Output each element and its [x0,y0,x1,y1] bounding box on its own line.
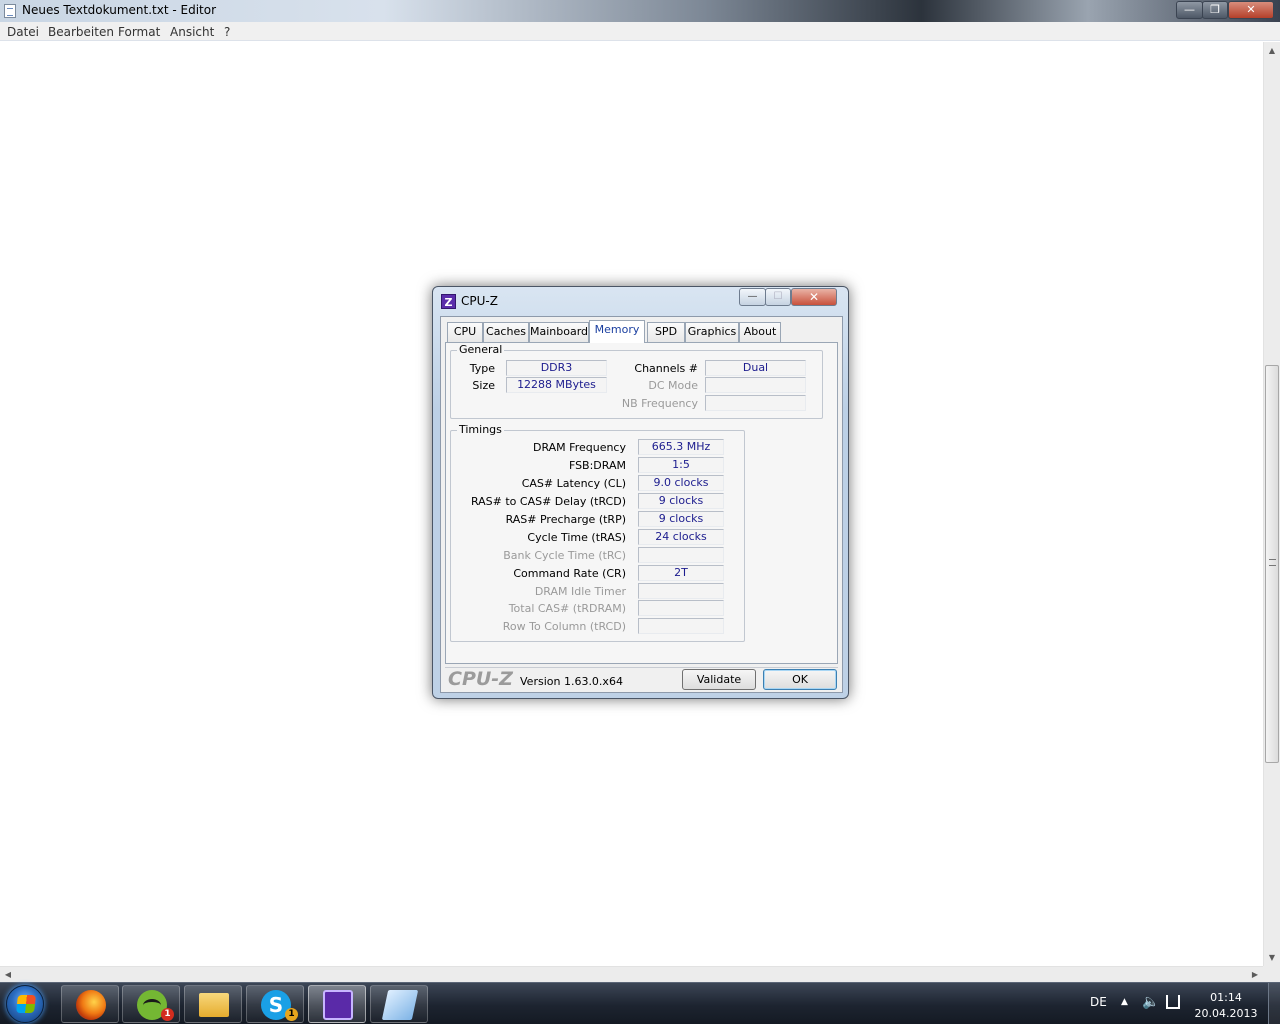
menu-datei[interactable]: Datei [7,25,39,39]
cpuz-icon [323,990,353,1020]
scroll-left-icon[interactable]: ◀ [0,967,16,983]
dc-mode-value [705,377,806,393]
taskbar: 1 S 1 DE ▲ 🔈 01:14 20.04.2013 [0,982,1280,1024]
cpuz-maximize-button[interactable]: ☐ [765,288,791,306]
tab-mainboard[interactable]: Mainboard [529,322,589,342]
dc-mode-label: DC Mode [648,379,698,392]
timing-value: 24 clocks [638,529,724,545]
grip-icon [1269,559,1276,566]
general-group: General Type DDR3 Size 12288 MBytes Chan… [450,343,823,419]
type-value: DDR3 [506,360,607,376]
notepad-icon [381,990,419,1020]
timing-label: RAS# Precharge (tRP) [505,513,626,526]
notepad-app-icon [4,4,16,18]
timing-value: 9 clocks [638,493,724,509]
timing-label: FSB:DRAM [568,459,626,472]
menu-help[interactable]: ? [224,25,230,39]
menu-bearbeiten[interactable]: Bearbeiten [48,25,114,39]
taskbar-cpuz[interactable] [308,985,366,1023]
channels-value: Dual [705,360,806,376]
timing-label: Row To Column (tRCD) [502,620,626,633]
cpuz-logo: CPU-Z [448,668,513,690]
menu-format[interactable]: Format [118,25,160,39]
minimize-button[interactable]: — [1176,1,1203,19]
scroll-right-icon[interactable]: ▶ [1247,967,1263,983]
timings-group-title: Timings [457,423,504,436]
nb-frequency-value [705,395,806,411]
folder-icon [199,993,229,1017]
timing-label: Command Rate (CR) [513,567,626,580]
notification-badge: 1 [285,1008,298,1021]
show-desktop-button[interactable] [1268,983,1280,1024]
timing-label: Bank Cycle Time (tRC) [503,549,626,562]
cpuz-footer: CPU-Z Version 1.63.0.x64 Validate OK [445,667,838,691]
timing-value: 1:5 [638,457,724,473]
tab-graphics[interactable]: Graphics [685,322,739,342]
timing-value: 665.3 MHz [638,439,724,455]
timing-label: RAS# to CAS# Delay (tRCD) [470,495,626,508]
cpuz-window-title: CPU-Z [461,294,498,308]
size-label: Size [472,379,495,392]
vertical-scroll-thumb[interactable] [1265,365,1279,763]
timing-label: DRAM Frequency [532,441,626,454]
timing-value [638,618,724,634]
size-value: 12288 MBytes [506,377,607,393]
menu-bar: Datei Bearbeiten Format Ansicht ? [0,22,1280,41]
notification-badge: 1 [161,1008,174,1021]
taskbar-notepad[interactable] [370,985,428,1023]
timing-label: CAS# Latency (CL) [521,477,626,490]
clock-time[interactable]: 01:14 [1192,991,1260,1004]
tab-caches[interactable]: Caches [483,322,529,342]
firefox-icon [76,990,106,1020]
tray-expand-icon[interactable]: ▲ [1121,997,1128,1007]
taskbar-skype[interactable]: S 1 [246,985,304,1023]
window-title: Neues Textdokument.txt - Editor [22,3,217,17]
tab-memory[interactable]: Memory [589,320,645,343]
taskbar-firefox[interactable] [61,985,119,1023]
windows-logo-icon [16,995,36,1013]
cpuz-minimize-button[interactable]: — [739,288,766,306]
notepad-titlebar[interactable]: Neues Textdokument.txt - Editor — ❐ ✕ [0,0,1280,22]
horizontal-scrollbar[interactable]: ◀ ▶ [0,966,1263,982]
tab-cpu[interactable]: CPU [447,322,483,342]
scrollbar-corner [1263,966,1280,982]
taskbar-spotify[interactable]: 1 [122,985,180,1023]
clock-date[interactable]: 20.04.2013 [1192,1007,1260,1020]
start-button[interactable] [6,985,44,1023]
timing-value [638,600,724,616]
general-group-title: General [457,343,505,356]
network-icon[interactable] [1166,995,1180,1009]
tab-about[interactable]: About [739,322,781,342]
cpuz-close-button[interactable]: ✕ [791,288,837,306]
language-indicator[interactable]: DE [1090,995,1107,1009]
timing-value: 9 clocks [638,511,724,527]
scroll-down-icon[interactable]: ▼ [1264,949,1280,966]
timing-value: 9.0 clocks [638,475,724,491]
nb-frequency-label: NB Frequency [621,397,698,410]
cpuz-window: Z CPU-Z — ☐ ✕ CPU Caches Mainboard Memor… [432,286,849,699]
maximize-button[interactable]: ❐ [1202,1,1228,19]
timing-label: DRAM Idle Timer [534,585,626,598]
timing-value: 2T [638,565,724,581]
timing-label: Total CAS# (tRDRAM) [508,602,626,615]
taskbar-explorer[interactable] [184,985,242,1023]
speaker-icon[interactable]: 🔈 [1142,994,1159,1010]
ok-button[interactable]: OK [763,669,837,690]
timing-label: Cycle Time (tRAS) [527,531,626,544]
validate-button[interactable]: Validate [682,669,756,690]
tab-spd[interactable]: SPD [647,322,685,342]
cpuz-client-area: CPU Caches Mainboard Memory SPD Graphics… [440,316,843,693]
type-label: Type [469,362,495,375]
scroll-up-icon[interactable]: ▲ [1264,42,1280,59]
vertical-scrollbar[interactable]: ▲ ▼ [1263,42,1280,966]
menu-ansicht[interactable]: Ansicht [170,25,214,39]
timing-value [638,583,724,599]
timing-value [638,547,724,563]
close-button[interactable]: ✕ [1228,1,1274,19]
version-label: Version 1.63.0.x64 [520,675,623,688]
timings-group: Timings DRAM Frequency 665.3 MHz FSB:DRA… [450,423,745,642]
cpuz-app-icon: Z [441,294,456,309]
channels-label: Channels # [634,362,698,375]
memory-tab-page: General Type DDR3 Size 12288 MBytes Chan… [445,342,838,664]
